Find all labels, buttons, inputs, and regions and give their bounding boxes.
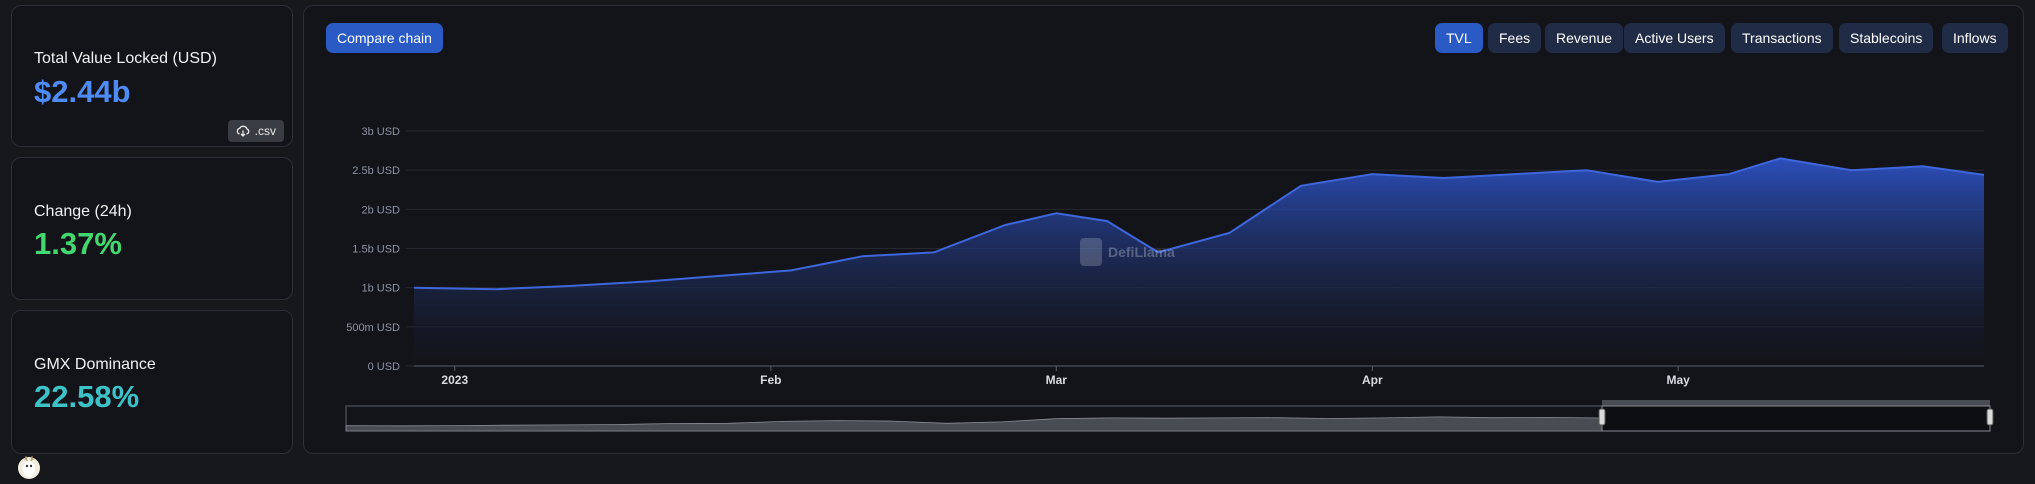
x-tick-label: Apr (1362, 373, 1383, 387)
navigator-handle (1986, 408, 1994, 426)
navigator-selection (1601, 405, 1991, 432)
x-tick-label: Feb (760, 373, 781, 387)
range-navigator[interactable] (345, 400, 1994, 432)
watermark-text: DefiLlama (1108, 244, 1175, 260)
tvl-label: Total Value Locked (USD) (34, 50, 217, 67)
dominance-label: GMX Dominance (34, 356, 156, 373)
change-card: Change (24h) 1.37% (11, 157, 293, 300)
tvl-value: $2.44b (34, 74, 131, 109)
y-tick-label: 500m USD (346, 322, 400, 334)
chart-card: Compare chain TVL Fees Revenue Active Us… (303, 5, 2024, 454)
x-tick-label: May (1666, 373, 1690, 387)
y-tick-label: 3b USD (361, 126, 400, 138)
x-tick-label: Mar (1046, 373, 1068, 387)
navigator-scroll-bar (1602, 400, 1990, 406)
change-label: Change (24h) (34, 203, 132, 220)
navigator-handle (1598, 408, 1606, 426)
cloud-download-icon (236, 125, 249, 137)
tvl-card: Total Value Locked (USD) $2.44b .csv (11, 5, 293, 147)
change-value: 1.37% (34, 226, 122, 261)
y-tick-label: 1.5b USD (352, 244, 400, 256)
dominance-value: 22.58% (34, 379, 140, 414)
tvl-area (414, 158, 1984, 366)
csv-label: .csv (254, 124, 276, 138)
y-tick-label: 1b USD (361, 283, 400, 295)
y-tick-label: 2.5b USD (352, 165, 400, 177)
tvl-chart: DefiLlama 0 USD 500m USD 1b USD 1.5b USD 2b … (345, 126, 1994, 432)
x-tick-label: 2023 (441, 373, 468, 387)
llama-logo-icon (1080, 238, 1102, 266)
y-tick-label: 0 USD (368, 361, 400, 373)
llama-avatar-icon[interactable] (17, 456, 41, 480)
y-tick-label: 2b USD (361, 204, 400, 216)
csv-download-button[interactable]: .csv (227, 120, 284, 142)
dominance-card: GMX Dominance 22.58% (11, 310, 293, 454)
